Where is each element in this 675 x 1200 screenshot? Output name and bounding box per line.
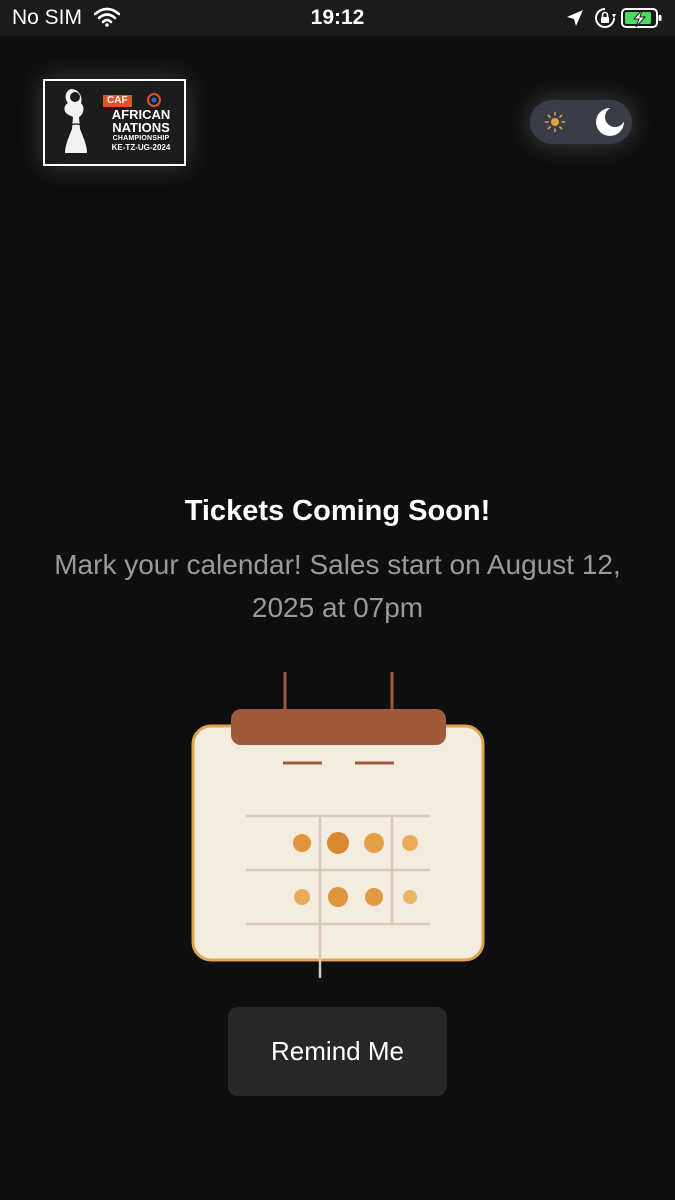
page-title: Tickets Coming Soon!	[184, 495, 491, 527]
tournament-logo: CAF AFRICAN NATIONS CHAMPIONSHIP KE-TZ-U…	[43, 79, 186, 166]
remind-me-button[interactable]: Remind Me	[228, 1007, 447, 1096]
logo-text-championship: CHAMPIONSHIP	[112, 135, 170, 142]
logo-text-hosts-year: KE-TZ-UG-2024	[111, 143, 171, 152]
rotation-lock-icon	[595, 8, 616, 28]
location-arrow-icon	[567, 10, 583, 26]
battery-charging-icon	[621, 8, 662, 28]
sale-date-message: Mark your calendar! Sales start on Augus…	[54, 549, 621, 623]
status-bar: No SIM 19:12	[0, 0, 675, 36]
calendar-illustration	[191, 672, 485, 978]
logo-text-nations: NATIONS	[112, 120, 170, 135]
sponsor-logo-icon	[147, 93, 161, 107]
theme-toggle[interactable]	[530, 100, 632, 144]
screen: No SIM 19:12 CAF AFRICAN NATIONS CHAMPIO…	[0, 0, 675, 1200]
trophy-icon	[64, 89, 87, 153]
caf-badge: CAF	[103, 95, 132, 107]
sun-icon[interactable]	[544, 111, 566, 133]
moon-icon[interactable]	[594, 106, 626, 138]
